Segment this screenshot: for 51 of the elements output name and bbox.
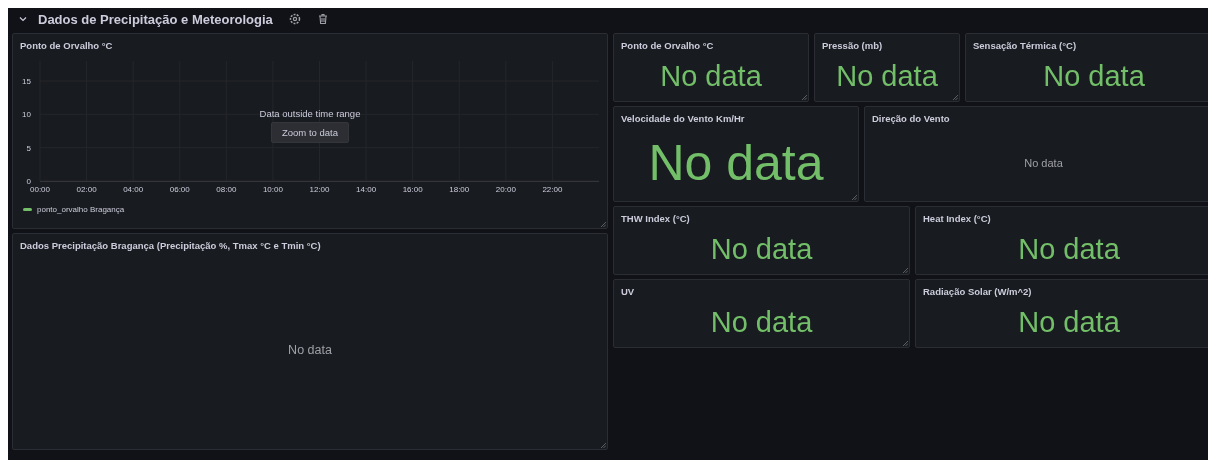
stat-value: No data [1043,61,1145,91]
axis-tick-label: 10:00 [262,185,283,194]
legend-label[interactable]: ponto_orvalho Bragança [37,205,125,214]
panel-title[interactable]: Pressão (mb) [815,34,890,51]
no-data-message: No data [288,343,332,357]
row-title[interactable]: Dados de Precipitação e Meteorologia [38,11,273,27]
stat-value: No data [710,307,813,337]
stat-value: No data [710,234,813,264]
stat-value: No data [660,61,762,91]
stat-value: No data [1018,234,1120,264]
axis-tick-label: 5 [26,143,31,153]
stat-value: No data [648,137,824,188]
resize-handle-icon[interactable] [600,221,606,227]
axis-tick-label: 20:00 [495,185,516,194]
chevron-icon[interactable] [18,14,28,24]
stat-value: No data [836,61,938,91]
axis-tick-label: 0 [26,177,31,186]
resize-handle-icon[interactable] [801,94,807,100]
axis-tick-label: 12:00 [309,185,330,194]
trash-icon[interactable] [316,13,329,25]
resize-handle-icon[interactable] [600,442,606,448]
stat-value: No data [1018,307,1120,337]
axis-tick-label: 18:00 [449,185,470,194]
axis-tick-label: 02:00 [76,185,97,194]
axis-tick-label: 16:00 [402,185,423,194]
chart-message: Data outside time range [259,108,361,119]
axis-tick-label: 04:00 [123,185,144,194]
axis-tick-label: 15 [22,77,31,86]
panel-title[interactable]: Radiação Solar (W/m^2) [916,280,1039,297]
panel-title[interactable]: Dados Precipitação Bragança (Precipitação %, Tmax °C e Tmin °C) [13,234,328,251]
panel-title[interactable]: Velocidade do Vento Km/Hr [614,107,752,124]
axis-tick-label: 06:00 [169,185,190,194]
panel-title[interactable]: Ponto de Orvalho °C [614,34,721,51]
panel-title[interactable]: UV [614,280,642,297]
no-data-message: No data [1024,156,1063,169]
resize-handle-icon[interactable] [902,340,908,346]
resize-handle-icon[interactable] [851,194,857,200]
panel-title[interactable]: Heat Index (°C) [916,207,998,224]
panel-title[interactable]: Direção do Vento [865,107,957,124]
panel-title[interactable]: Ponto de Orvalho °C [13,34,120,51]
zoom-button[interactable]: Zoom to data [271,122,349,143]
resize-handle-icon[interactable] [902,267,908,273]
axis-tick-label: 08:00 [216,185,237,194]
axis-tick-label: 14:00 [356,185,377,194]
axis-tick-label: 10 [22,110,31,120]
axis-tick-label: 00:00 [30,185,50,194]
resize-handle-icon[interactable] [952,94,958,100]
panel-title[interactable]: THW Index (°C) [614,207,697,224]
settings-icon[interactable] [288,13,301,25]
panel-title[interactable]: Sensação Térmica (°C) [966,34,1084,51]
axis-tick-label: 22:00 [542,185,563,194]
